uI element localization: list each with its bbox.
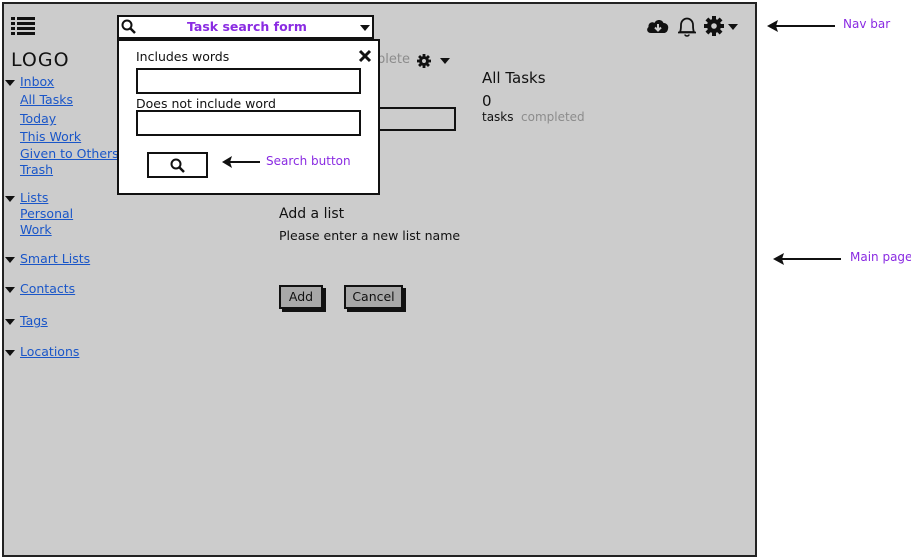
- chevron-down-icon[interactable]: [728, 24, 738, 30]
- task-count: 0: [482, 92, 492, 110]
- gear-icon[interactable]: [417, 53, 431, 72]
- sidebar-section-smart-lists[interactable]: Smart Lists: [20, 251, 90, 266]
- sidebar-item-trash[interactable]: Trash: [20, 162, 53, 177]
- sidebar-item-this-work[interactable]: This Work: [20, 129, 81, 144]
- includes-words-label: Includes words: [136, 49, 230, 64]
- arrow-left-icon: [222, 154, 262, 173]
- sidebar-item-personal[interactable]: Personal: [20, 206, 73, 221]
- sidebar-section-locations[interactable]: Locations: [20, 344, 79, 359]
- nav-bar-annotation: Nav bar: [843, 17, 891, 31]
- search-icon: [170, 158, 186, 178]
- caret-down-icon[interactable]: [5, 196, 15, 202]
- caret-down-icon[interactable]: [5, 287, 15, 293]
- arrow-left-icon: [773, 251, 843, 270]
- cloud-download-icon[interactable]: [646, 16, 670, 40]
- sidebar-item-today[interactable]: Today: [20, 111, 56, 126]
- tasks-label: tasks: [482, 110, 514, 124]
- close-icon[interactable]: [358, 48, 372, 67]
- completed-label: completed: [521, 110, 585, 124]
- summary-title: All Tasks: [482, 69, 546, 87]
- cancel-button[interactable]: Cancel: [344, 285, 403, 309]
- chevron-down-icon[interactable]: [440, 58, 450, 64]
- main-page-annotation: Main page: [850, 250, 911, 264]
- sidebar-item-work[interactable]: Work: [20, 222, 52, 237]
- add-list-prompt: Please enter a new list name: [279, 228, 461, 243]
- caret-down-icon[interactable]: [5, 319, 15, 325]
- excludes-words-input[interactable]: [136, 110, 361, 136]
- add-list-title: Add a list: [279, 206, 345, 222]
- sidebar-section-lists[interactable]: Lists: [20, 190, 48, 205]
- menu-icon[interactable]: [11, 16, 35, 36]
- caret-down-icon[interactable]: [5, 80, 15, 86]
- search-form-label: Task search form: [187, 19, 307, 34]
- gear-icon[interactable]: [704, 16, 724, 40]
- chevron-down-icon[interactable]: [360, 25, 370, 31]
- search-icon: [121, 19, 137, 39]
- sidebar-section-contacts[interactable]: Contacts: [20, 281, 75, 296]
- excludes-words-label: Does not include word: [136, 96, 276, 111]
- search-button[interactable]: [147, 152, 208, 178]
- sidebar-section-tags[interactable]: Tags: [20, 313, 48, 328]
- search-button-annotation: Search button: [266, 154, 351, 168]
- caret-down-icon[interactable]: [5, 257, 15, 263]
- caret-down-icon[interactable]: [5, 350, 15, 356]
- complete-action-text[interactable]: plete: [377, 52, 410, 67]
- sidebar-item-given-to-others[interactable]: Given to Others: [20, 146, 119, 161]
- app-window: Task search form LOGO Inbox All Tasks To…: [2, 2, 757, 557]
- sidebar-item-all-tasks[interactable]: All Tasks: [20, 92, 73, 107]
- includes-words-input[interactable]: [136, 68, 361, 94]
- add-button[interactable]: Add: [279, 285, 323, 309]
- sidebar-section-inbox[interactable]: Inbox: [20, 74, 54, 89]
- task-search-form[interactable]: Task search form: [117, 15, 374, 39]
- add-task-input[interactable]: [374, 107, 456, 131]
- bell-icon[interactable]: [676, 15, 698, 43]
- logo: LOGO: [11, 49, 70, 71]
- arrow-left-icon: [767, 18, 837, 37]
